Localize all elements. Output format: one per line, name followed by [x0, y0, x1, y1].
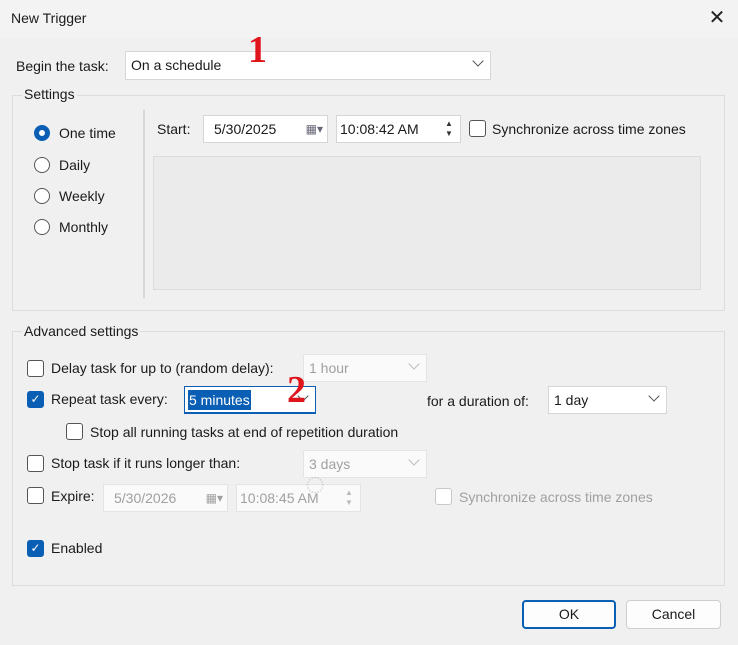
delay-checkbox[interactable] [27, 360, 44, 377]
expire-sync-label: Synchronize across time zones [459, 489, 653, 505]
start-label: Start: [157, 121, 191, 137]
expire-sync-checkbox[interactable] [435, 488, 452, 505]
watermark-logo: ◌ [305, 465, 327, 503]
settings-label: Settings [22, 86, 77, 102]
chevron-down-icon [408, 358, 420, 370]
duration-label: for a duration of: [427, 393, 529, 409]
enabled-checkbox[interactable]: ✓ [27, 540, 44, 557]
begin-task-value: On a schedule [131, 57, 222, 73]
radio-one-time[interactable] [34, 125, 50, 141]
stop-task-label: Stop task if it runs longer than: [51, 455, 241, 471]
divider [143, 110, 145, 298]
repeat-label: Repeat task every: [51, 391, 168, 407]
advanced-label: Advanced settings [22, 323, 141, 339]
calendar-icon: ▦▾ [205, 491, 223, 505]
enabled-label: Enabled [51, 540, 103, 556]
delay-dropdown[interactable]: 1 hour [303, 354, 427, 382]
expire-checkbox[interactable] [27, 487, 44, 504]
expire-label: Expire: [51, 488, 95, 504]
close-icon[interactable]: ✕ [706, 6, 728, 30]
ok-button[interactable]: OK [522, 600, 616, 629]
cancel-button[interactable]: Cancel [626, 600, 721, 629]
stop-task-checkbox[interactable] [27, 455, 44, 472]
spinner-icon[interactable]: ▲ ▼ [341, 488, 357, 508]
delay-value: 1 hour [309, 360, 349, 376]
chevron-down-icon [472, 55, 484, 67]
radio-label-weekly: Weekly [59, 188, 105, 204]
radio-label-one-time: One time [59, 125, 116, 141]
chevron-down-icon [648, 390, 660, 402]
sync-checkbox[interactable] [469, 120, 486, 137]
stop-all-label: Stop all running tasks at end of repetit… [90, 424, 399, 440]
delay-label: Delay task for up to (random delay): [51, 360, 274, 376]
start-date-value: 5/30/2025 [214, 121, 277, 137]
start-time-field[interactable]: 10:08:42 AM ▲ ▼ [336, 115, 461, 143]
duration-dropdown[interactable]: 1 day [548, 386, 667, 414]
begin-task-dropdown[interactable]: On a schedule [125, 51, 491, 80]
radio-weekly[interactable] [34, 188, 50, 204]
chevron-down-icon [408, 454, 420, 466]
calendar-icon: ▦▾ [305, 122, 323, 136]
schedule-detail-panel [153, 156, 701, 290]
begin-task-label: Begin the task: [16, 58, 109, 74]
expire-date-picker[interactable]: 5/30/2026 ▦▾ [103, 484, 228, 512]
window-title: New Trigger [11, 10, 87, 26]
duration-value: 1 day [554, 392, 589, 408]
title-bar [0, 0, 738, 38]
radio-label-monthly: Monthly [59, 219, 109, 235]
start-time-value: 10:08:42 AM [340, 121, 419, 137]
sync-label: Synchronize across time zones [492, 121, 686, 137]
stop-all-checkbox[interactable] [66, 423, 83, 440]
annotation-2: 2 [287, 369, 306, 411]
start-date-picker[interactable]: 5/30/2025 ▦▾ [203, 115, 328, 143]
radio-monthly[interactable] [34, 219, 50, 235]
spinner-icon[interactable]: ▲ ▼ [441, 119, 457, 139]
expire-date-value: 5/30/2026 [114, 490, 177, 506]
radio-daily[interactable] [34, 157, 50, 173]
expire-time-field[interactable]: 10:08:45 AM ▲ ▼ [236, 484, 361, 512]
radio-label-daily: Daily [59, 157, 91, 173]
repeat-checkbox[interactable]: ✓ [27, 391, 44, 408]
repeat-interval-value: 5 minutes [188, 390, 251, 410]
annotation-1: 1 [248, 29, 267, 71]
